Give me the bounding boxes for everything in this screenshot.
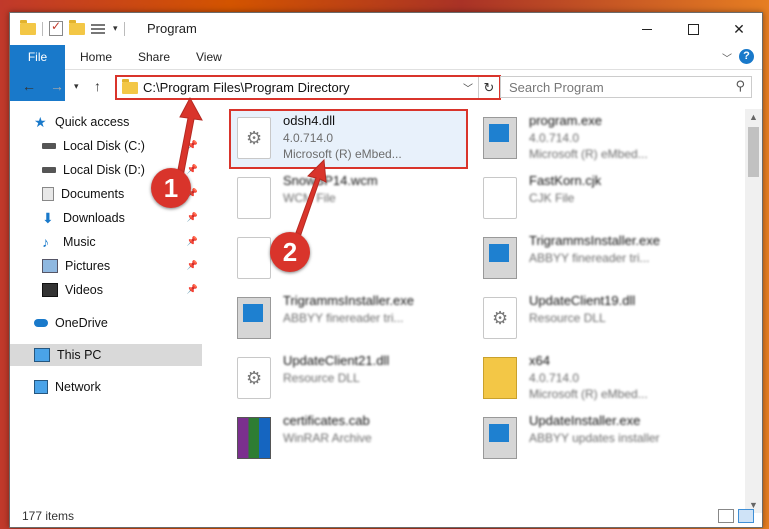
arrow-to-dll-file [293,158,327,241]
annotation-arrows [175,96,327,241]
annotation-badge-2: 2 [270,232,310,272]
annotation-badge-1: 1 [151,168,191,208]
